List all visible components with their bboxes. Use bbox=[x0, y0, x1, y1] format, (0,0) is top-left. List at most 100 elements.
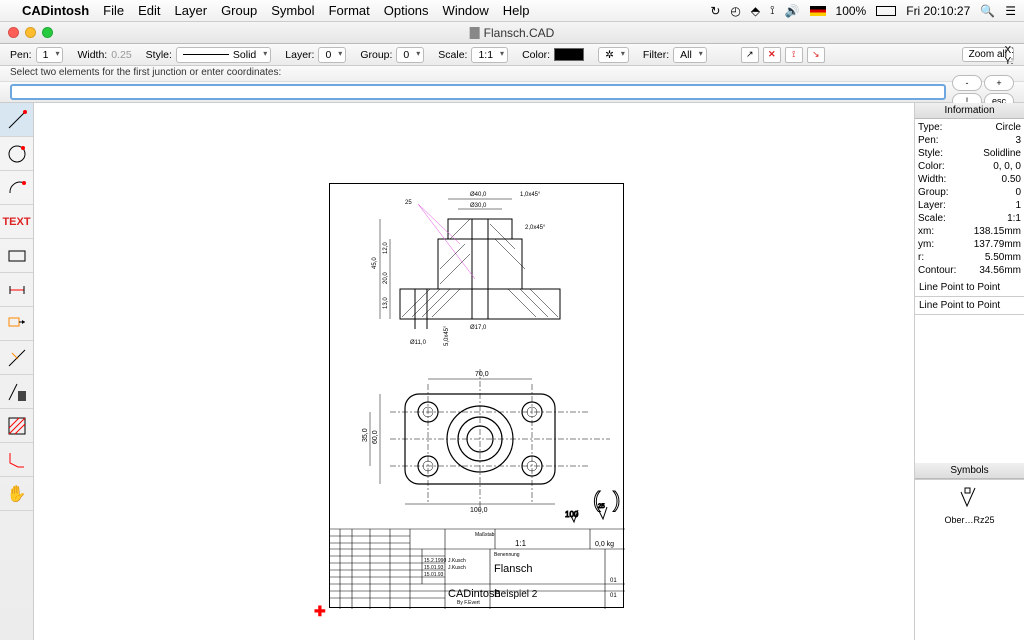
dimension-tool[interactable] bbox=[0, 273, 33, 307]
arc-tool[interactable] bbox=[0, 171, 33, 205]
tb-weight: 0,0 kg bbox=[595, 541, 614, 548]
dim-h45: 45,0 bbox=[372, 257, 378, 269]
hatch-tool[interactable] bbox=[0, 409, 33, 443]
tb-massstab: Maßstab bbox=[475, 532, 495, 538]
symbols-header: Symbols bbox=[915, 463, 1024, 479]
menu-file[interactable]: File bbox=[103, 3, 124, 18]
dim-d30: Ø30,0 bbox=[470, 203, 487, 209]
info-row: Color:0, 0, 0 bbox=[918, 160, 1021, 173]
battery-label[interactable]: 100% bbox=[836, 4, 867, 18]
info-table: Type:CirclePen:3Style:SolidlineColor:0, … bbox=[915, 119, 1024, 279]
tb-scale: 1:1 bbox=[515, 539, 527, 548]
symbols-box[interactable]: Ober…Rz25 bbox=[915, 479, 1024, 640]
dim-h13: 13,0 bbox=[383, 297, 389, 309]
erase-tool[interactable] bbox=[0, 375, 33, 409]
geom-list-item[interactable]: Line Point to Point bbox=[915, 297, 1024, 315]
command-prompt: Select two elements for the first juncti… bbox=[0, 66, 1024, 82]
menu-layer[interactable]: Layer bbox=[175, 3, 208, 18]
tool-palette: TEXT ✋ bbox=[0, 103, 34, 640]
layer-label: Layer: bbox=[285, 49, 314, 61]
line-tool[interactable] bbox=[0, 103, 33, 137]
menu-group[interactable]: Group bbox=[221, 3, 257, 18]
info-header: Information bbox=[915, 103, 1024, 119]
surface-symbol-icon bbox=[955, 486, 985, 512]
close-icon[interactable] bbox=[8, 27, 19, 38]
dim-h35: 35,0 bbox=[362, 428, 369, 442]
menu-help[interactable]: Help bbox=[503, 3, 530, 18]
layer-select[interactable]: 0 bbox=[318, 47, 346, 63]
text-tool[interactable]: TEXT bbox=[0, 205, 33, 239]
dropbox-icon[interactable]: ⬘ bbox=[751, 4, 760, 18]
tb-company: CADintosh bbox=[448, 588, 501, 600]
tb-date2: 15.01.93 bbox=[424, 565, 444, 571]
info-row: Pen:3 bbox=[918, 134, 1021, 147]
tb-date3: 15.01.93 bbox=[424, 572, 444, 578]
pen-label: Pen: bbox=[10, 49, 32, 61]
style-select[interactable]: Solid bbox=[176, 47, 271, 63]
rect-tool[interactable] bbox=[0, 239, 33, 273]
tb-author2: J.Kusch bbox=[448, 565, 466, 571]
tb-subtitle: By F.Evert bbox=[457, 600, 480, 606]
tb-name: Flansch bbox=[494, 563, 533, 575]
clock-icon[interactable]: ◴ bbox=[730, 4, 740, 18]
info-row: xm:138.15mm bbox=[918, 225, 1021, 238]
menu-window[interactable]: Window bbox=[443, 3, 489, 18]
plus-button[interactable]: + bbox=[984, 75, 1014, 91]
minus-button[interactable]: - bbox=[952, 75, 982, 91]
circle-tool[interactable] bbox=[0, 137, 33, 171]
notifications-icon[interactable]: ☰ bbox=[1005, 4, 1016, 18]
gear-select[interactable]: ✲ bbox=[598, 47, 629, 63]
spotlight-icon[interactable]: 🔍 bbox=[980, 4, 995, 18]
wifi-icon[interactable]: ⟟ bbox=[770, 3, 774, 18]
volume-icon[interactable]: 🔊 bbox=[785, 4, 800, 18]
menu-symbol[interactable]: Symbol bbox=[271, 3, 314, 18]
snap-icon-2[interactable]: ⟟ bbox=[785, 47, 803, 63]
cancel-icon[interactable]: ✕ bbox=[763, 47, 781, 63]
minimize-icon[interactable] bbox=[25, 27, 36, 38]
move-tool[interactable] bbox=[0, 307, 33, 341]
trim-tool[interactable] bbox=[0, 341, 33, 375]
app-menu[interactable]: CADintosh bbox=[22, 3, 89, 18]
battery-icon[interactable] bbox=[876, 6, 896, 16]
info-row: r:5.50mm bbox=[918, 251, 1021, 264]
menu-format[interactable]: Format bbox=[329, 3, 370, 18]
surf-25: 25 bbox=[405, 200, 412, 206]
sync-icon[interactable]: ↻ bbox=[710, 4, 720, 18]
maximize-icon[interactable] bbox=[42, 27, 53, 38]
info-row: Type:Circle bbox=[918, 121, 1021, 134]
snap-icon-3[interactable]: ↘ bbox=[807, 47, 825, 63]
chamfer-tool[interactable] bbox=[0, 443, 33, 477]
dim-vert5: 5,0x45° bbox=[444, 325, 450, 346]
window-title: Flansch.CAD bbox=[470, 26, 555, 40]
dim-chamfer2: 2,0x45° bbox=[525, 225, 546, 231]
pen-select[interactable]: 1 bbox=[36, 47, 64, 63]
color-swatch[interactable] bbox=[554, 48, 584, 61]
dim-d17: Ø17,0 bbox=[470, 325, 487, 331]
symbol-label: Ober…Rz25 bbox=[921, 515, 1018, 525]
y-label: Y: bbox=[1005, 56, 1014, 67]
flag-icon[interactable] bbox=[810, 6, 826, 16]
filter-select[interactable]: All bbox=[673, 47, 707, 63]
window-header: Flansch.CAD bbox=[0, 22, 1024, 44]
info-row: Contour:34.56mm bbox=[918, 264, 1021, 277]
info-row: Group:0 bbox=[918, 186, 1021, 199]
tb-name-label: Benennung bbox=[494, 552, 520, 558]
command-row: - + ! esc bbox=[0, 82, 1024, 103]
geom-list-item[interactable]: Line Point to Point bbox=[915, 279, 1024, 297]
tb-rev: 01 bbox=[610, 578, 617, 584]
group-select[interactable]: 0 bbox=[396, 47, 424, 63]
tb-drawing: Beispiel 2 bbox=[494, 589, 538, 600]
dim-d40: Ø40,0 bbox=[470, 192, 487, 198]
canvas[interactable]: Ø40,0 Ø30,0 1,0x45° 2,0x45° 45,0 12,0 20… bbox=[34, 103, 914, 640]
dim-chamfer1: 1,0x45° bbox=[520, 192, 541, 198]
scale-select[interactable]: 1:1 bbox=[471, 47, 508, 63]
snap-icon-1[interactable]: ↗ bbox=[741, 47, 759, 63]
info-row: Width:0.50 bbox=[918, 173, 1021, 186]
command-input[interactable] bbox=[10, 84, 946, 100]
dim-d11: Ø11,0 bbox=[410, 340, 427, 346]
color-label: Color: bbox=[522, 49, 550, 61]
pan-tool[interactable]: ✋ bbox=[0, 477, 33, 511]
menu-options[interactable]: Options bbox=[384, 3, 429, 18]
menu-edit[interactable]: Edit bbox=[138, 3, 160, 18]
clock-label[interactable]: Fri 20:10:27 bbox=[906, 4, 970, 18]
